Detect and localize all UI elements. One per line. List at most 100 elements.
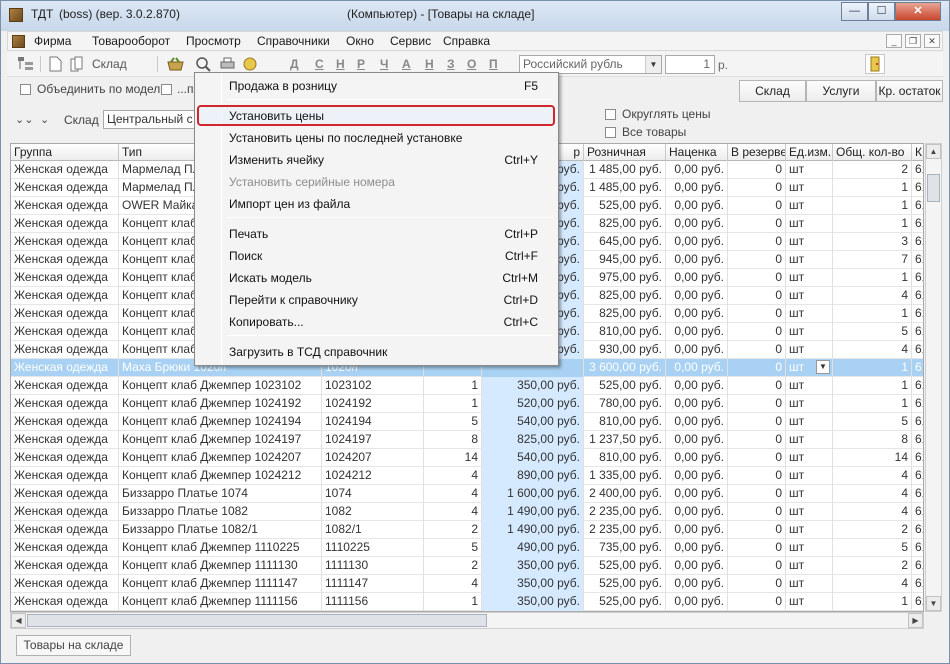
table-row[interactable]: Женская одежда Биззарро Платье 1074 1074 4 1… xyxy=(11,485,923,503)
letter-filter-n[interactable]: Н xyxy=(336,57,345,71)
collapse-chevron-icon[interactable]: ⌄⌄ xyxy=(15,113,33,126)
maximize-button[interactable]: ☐ xyxy=(868,2,895,21)
menu-item-set-prices-last[interactable]: Установить цены по последней установке xyxy=(195,127,558,149)
cell-markup[interactable]: 0,00 руб. xyxy=(666,161,728,179)
menu-item-print[interactable]: Печать Ctrl+P xyxy=(195,223,558,245)
cell-retail-price[interactable]: 525,00 руб. xyxy=(584,197,666,215)
cell-type[interactable]: Концепт клаб Джемпер 1024194 xyxy=(119,413,322,431)
menu-item-import-prices[interactable]: Импорт цен из файла xyxy=(195,193,558,215)
letter-filter-ch[interactable]: Ч xyxy=(380,57,388,71)
close-button[interactable]: ✕ xyxy=(895,2,941,21)
table-row[interactable]: Женская одежда Концепт клаб Джемпер 11111… xyxy=(11,593,923,611)
cell-k[interactable]: 61 xyxy=(912,359,923,377)
cell-type[interactable]: Концепт клаб Джемпер 1023102 xyxy=(119,377,322,395)
cell-group[interactable]: Женская одежда xyxy=(11,503,119,521)
cell-markup[interactable]: 0,00 руб. xyxy=(666,233,728,251)
cell-article[interactable]: 1024212 xyxy=(322,467,424,485)
cell-reserve[interactable]: 0 xyxy=(728,539,786,557)
merge-by-model-checkbox[interactable] xyxy=(20,84,31,95)
table-row[interactable]: Женская одежда Концепт клаб Джемпер 11111… xyxy=(11,575,923,593)
cell-group[interactable]: Женская одежда xyxy=(11,521,119,539)
cell-purchase-price[interactable]: 540,00 руб. xyxy=(482,449,584,467)
letter-filter-z[interactable]: З xyxy=(447,57,455,71)
rate-input[interactable]: 1 xyxy=(665,55,715,74)
cell-reserve[interactable]: 0 xyxy=(728,521,786,539)
cell-k[interactable]: 61 xyxy=(912,179,923,197)
cell-reserve[interactable]: 0 xyxy=(728,215,786,233)
cell-group[interactable]: Женская одежда xyxy=(11,395,119,413)
cell-purchase-price[interactable]: 540,00 руб. xyxy=(482,413,584,431)
cell-k[interactable]: 61 xyxy=(912,215,923,233)
cell-unit[interactable]: шт xyxy=(786,269,833,287)
cell-unit[interactable]: шт xyxy=(786,503,833,521)
cell-group[interactable]: Женская одежда xyxy=(11,377,119,395)
cell-reserve[interactable]: 0 xyxy=(728,305,786,323)
sklad-filter-select[interactable]: Центральный с xyxy=(103,110,197,129)
cell-k[interactable]: 61 xyxy=(912,575,923,593)
cell-reserve[interactable]: 0 xyxy=(728,485,786,503)
cell-total[interactable]: 1 xyxy=(833,377,912,395)
cell-markup[interactable]: 0,00 руб. xyxy=(666,575,728,593)
cell-type[interactable]: Концепт клаб Джемпер 1024192 xyxy=(119,395,322,413)
cell-reserve[interactable]: 0 xyxy=(728,575,786,593)
cell-quantity[interactable]: 4 xyxy=(424,503,482,521)
cell-total[interactable]: 8 xyxy=(833,431,912,449)
letter-filter-p[interactable]: П xyxy=(489,57,498,71)
cell-purchase-price[interactable]: 350,00 руб. xyxy=(482,557,584,575)
tab-kr-ostatok[interactable]: Кр. остаток xyxy=(876,80,943,102)
cell-group[interactable]: Женская одежда xyxy=(11,359,119,377)
cell-group[interactable]: Женская одежда xyxy=(11,485,119,503)
cell-retail-price[interactable]: 1 237,50 руб. xyxy=(584,431,666,449)
cell-group[interactable]: Женская одежда xyxy=(11,215,119,233)
cell-unit[interactable]: шт xyxy=(786,395,833,413)
cell-group[interactable]: Женская одежда xyxy=(11,575,119,593)
cell-unit[interactable]: шт xyxy=(786,161,833,179)
cell-type[interactable]: Биззарро Платье 1074 xyxy=(119,485,322,503)
cell-markup[interactable]: 0,00 руб. xyxy=(666,305,728,323)
cell-total[interactable]: 5 xyxy=(833,413,912,431)
cell-unit[interactable]: шт xyxy=(786,251,833,269)
cell-reserve[interactable]: 0 xyxy=(728,341,786,359)
cell-retail-price[interactable]: 810,00 руб. xyxy=(584,449,666,467)
cell-article[interactable]: 1082 xyxy=(322,503,424,521)
cell-article[interactable]: 1024194 xyxy=(322,413,424,431)
cell-retail-price[interactable]: 1 485,00 руб. xyxy=(584,161,666,179)
cell-k[interactable]: 61 xyxy=(912,593,923,611)
cell-reserve[interactable]: 0 xyxy=(728,593,786,611)
new-document-icon[interactable] xyxy=(47,56,64,72)
cell-k[interactable]: 61 xyxy=(912,305,923,323)
cell-article[interactable]: 1111130 xyxy=(322,557,424,575)
cell-purchase-price[interactable]: 1 490,00 руб. xyxy=(482,503,584,521)
table-row[interactable]: Женская одежда Концепт клаб Джемпер 10241… xyxy=(11,395,923,413)
cell-article[interactable]: 1024197 xyxy=(322,431,424,449)
cell-quantity[interactable]: 1 xyxy=(424,395,482,413)
vertical-scrollbar[interactable]: ▲ ▼ xyxy=(925,143,942,612)
cell-article[interactable]: 1082/1 xyxy=(322,521,424,539)
menu-spravochniki[interactable]: Справочники xyxy=(257,34,330,48)
cell-total[interactable]: 2 xyxy=(833,521,912,539)
cell-unit[interactable]: шт xyxy=(786,449,833,467)
menu-firma[interactable]: Фирма xyxy=(34,34,71,48)
cell-reserve[interactable]: 0 xyxy=(728,197,786,215)
menu-tovarooborot[interactable]: Товарооборот xyxy=(92,34,170,48)
col-header-reserve[interactable]: В резерве xyxy=(728,144,786,161)
table-row[interactable]: Женская одежда Концепт клаб Джемпер 11111… xyxy=(11,557,923,575)
cell-total[interactable]: 4 xyxy=(833,485,912,503)
menu-item-load-tsd[interactable]: Загрузить в ТСД справочник xyxy=(195,341,558,363)
cell-markup[interactable]: 0,00 руб. xyxy=(666,503,728,521)
cell-markup[interactable]: 0,00 руб. xyxy=(666,215,728,233)
scroll-down-icon[interactable]: ▼ xyxy=(926,596,941,611)
col-header-unit[interactable]: Ед.изм. xyxy=(786,144,833,161)
cell-type[interactable]: Концепт клаб Джемпер 1111130 xyxy=(119,557,322,575)
cell-unit[interactable]: шт xyxy=(786,467,833,485)
menu-prosmotr[interactable]: Просмотр xyxy=(186,34,241,48)
cell-k[interactable]: 61 xyxy=(912,503,923,521)
cell-unit[interactable]: шт xyxy=(786,575,833,593)
menu-item-copy[interactable]: Копировать... Ctrl+C xyxy=(195,311,558,333)
letter-filter-o[interactable]: О xyxy=(467,57,476,71)
cell-reserve[interactable]: 0 xyxy=(728,413,786,431)
cell-total[interactable]: 4 xyxy=(833,287,912,305)
cell-retail-price[interactable]: 825,00 руб. xyxy=(584,287,666,305)
cell-total[interactable]: 1 xyxy=(833,215,912,233)
cell-unit[interactable]: шт xyxy=(786,197,833,215)
